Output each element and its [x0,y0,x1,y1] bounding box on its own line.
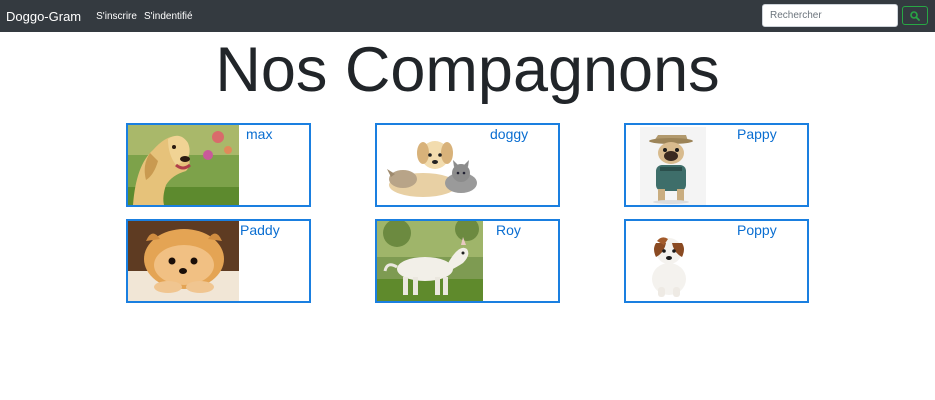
jack-russell-puppy-photo [644,231,694,299]
dog-card-pappy[interactable]: Pappy [624,123,809,207]
puppy-and-kitten-photo [383,133,479,201]
dog-card-paddy[interactable]: Paddy [126,219,311,303]
dog-name[interactable]: Paddy [240,222,280,238]
pug-in-hat-photo [640,127,706,205]
pomeranian-photo [128,221,239,301]
dog-card-doggy[interactable]: doggy [375,123,560,207]
dog-card-max[interactable]: max [126,123,311,207]
dog-card-poppy[interactable]: Poppy [624,219,809,303]
login-link[interactable]: S'indentifié [144,11,193,22]
search-icon [910,10,920,21]
brand-link[interactable]: Doggo-Gram [6,9,81,24]
dog-name[interactable]: max [246,126,272,142]
search-button[interactable] [902,6,928,25]
dog-card-roy[interactable]: Roy [375,219,560,303]
dog-name[interactable]: doggy [490,126,528,142]
bull-terrier-photo [377,221,483,301]
dog-name[interactable]: Pappy [737,126,777,142]
golden-retriever-photo [128,125,239,205]
page-title: Nos Compagnons [215,35,720,105]
search-form [762,4,928,27]
dog-name[interactable]: Poppy [737,222,777,238]
signup-link[interactable]: S'inscrire [96,11,137,22]
dog-name[interactable]: Roy [496,222,521,238]
navbar: Doggo-Gram S'inscrire S'indentifié [0,0,935,32]
search-input[interactable] [762,4,898,27]
